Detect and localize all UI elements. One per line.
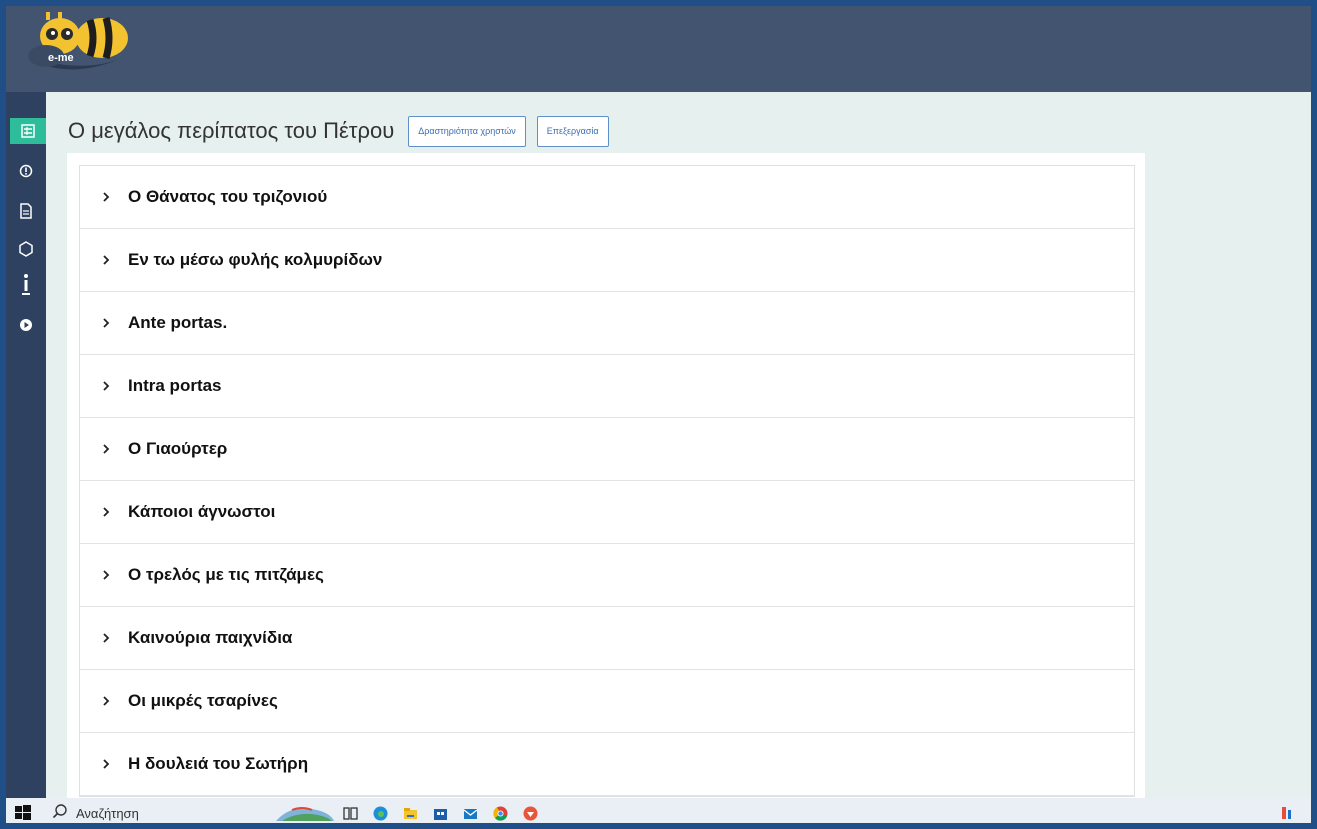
accordion-item[interactable]: Ο Θάνατος του τριζονιού	[80, 166, 1134, 229]
accordion-item[interactable]: Η δουλειά του Σωτήρη	[80, 733, 1134, 796]
chevron-right-icon	[98, 693, 114, 709]
mail-icon[interactable]	[462, 805, 479, 822]
chevron-right-icon	[98, 504, 114, 520]
edge-icon[interactable]	[372, 805, 389, 822]
accordion-item-label: Ante portas.	[128, 313, 228, 332]
task-view-icon[interactable]	[342, 805, 359, 822]
temperature-icon[interactable]	[1278, 805, 1308, 822]
list-icon[interactable]	[10, 118, 46, 144]
e-me-logo[interactable]: e-me	[20, 12, 140, 78]
info-circle-icon[interactable]	[6, 158, 46, 184]
accordion-item[interactable]: Καινούρια παιχνίδια	[80, 607, 1134, 670]
search-icon	[52, 803, 68, 824]
accordion-item-label: Ο τρελός με τις πιτζάμες	[128, 565, 324, 584]
accordion-item[interactable]: Οι μικρές τσαρίνες	[80, 670, 1134, 733]
accordion-item-label: Οι μικρές τσαρίνες	[128, 691, 278, 710]
top-bar: e-me	[6, 6, 1317, 92]
chapters-panel: Ο Θάνατος του τριζονιού Εν τω μέσω φυλής…	[67, 153, 1145, 798]
store-icon[interactable]	[432, 805, 449, 822]
windows-start-icon[interactable]	[14, 804, 32, 822]
chevron-right-icon	[98, 378, 114, 394]
accordion-item-label: Καινούρια παιχνίδια	[128, 628, 293, 647]
info-i-icon[interactable]	[6, 272, 46, 298]
weather-widget-icon[interactable]	[272, 805, 336, 822]
accordion-item-label: Κάποιοι άγνωστοι	[128, 502, 276, 521]
search-placeholder: Αναζήτηση	[76, 806, 139, 821]
hexagon-icon[interactable]	[6, 236, 46, 262]
chevron-right-icon	[98, 756, 114, 772]
chevron-right-icon	[98, 630, 114, 646]
accordion-item[interactable]: Ο Γιαούρτερ	[80, 418, 1134, 481]
page-title: Ο μεγάλος περίπατος του Πέτρου	[68, 118, 395, 143]
edit-button[interactable]: Επεξεργασία	[536, 115, 609, 147]
file-explorer-icon[interactable]	[402, 805, 419, 822]
brave-icon[interactable]	[522, 805, 539, 822]
accordion-item-label: Ο Γιαούρτερ	[128, 439, 228, 458]
accordion-item[interactable]: Ο τρελός με τις πιτζάμες	[80, 544, 1134, 607]
play-circle-icon[interactable]	[6, 312, 46, 338]
chevron-right-icon	[98, 567, 114, 583]
title-row: Ο μεγάλος περίπατος του Πέτρου Δραστηριό…	[68, 115, 620, 147]
user-activity-button[interactable]: Δραστηριότητα χρηστών	[408, 115, 526, 147]
accordion-item[interactable]: Εν τω μέσω φυλής κολμυρίδων	[80, 229, 1134, 292]
chevron-right-icon	[98, 252, 114, 268]
chevron-right-icon	[98, 441, 114, 457]
accordion-item[interactable]: Ante portas.	[80, 292, 1134, 355]
accordion-item-label: Η δουλειά του Σωτήρη	[128, 754, 309, 773]
logo-text: e-me	[48, 52, 74, 64]
chevron-right-icon	[98, 189, 114, 205]
windows-taskbar: Αναζήτηση	[6, 798, 1317, 829]
main-content: Ο μεγάλος περίπατος του Πέτρου Δραστηριό…	[46, 92, 1317, 798]
taskbar-search[interactable]: Αναζήτηση	[52, 798, 139, 829]
sidebar	[6, 92, 46, 798]
accordion-item-label: Intra portas	[128, 376, 222, 395]
chevron-right-icon	[98, 315, 114, 331]
accordion-item[interactable]: Κάποιοι άγνωστοι	[80, 481, 1134, 544]
chapters-accordion: Ο Θάνατος του τριζονιού Εν τω μέσω φυλής…	[79, 165, 1135, 797]
accordion-item[interactable]: Intra portas	[80, 355, 1134, 418]
accordion-item-label: Ο Θάνατος του τριζονιού	[128, 187, 328, 206]
accordion-item-label: Εν τω μέσω φυλής κολμυρίδων	[128, 250, 383, 269]
chrome-icon[interactable]	[492, 805, 509, 822]
document-icon[interactable]	[6, 198, 46, 224]
